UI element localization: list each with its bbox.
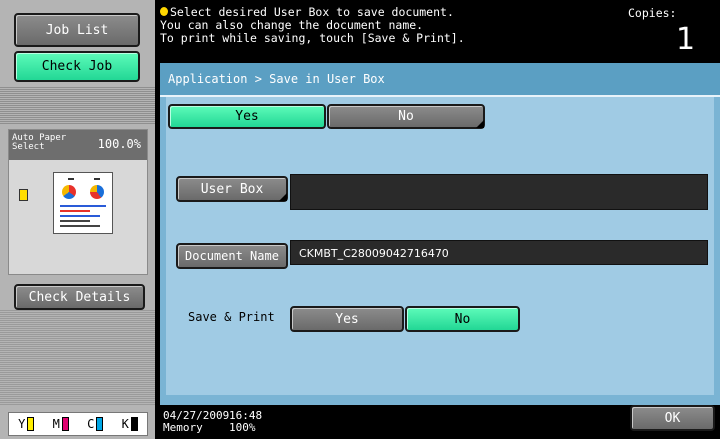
toner-y-label: Y <box>18 417 26 431</box>
divider <box>0 310 155 405</box>
memory-value: 100% <box>229 421 256 434</box>
document-name-button[interactable]: Document Name <box>176 243 288 269</box>
main-panel: Application > Save in User Box Yes No Us… <box>160 63 720 405</box>
document-name-field[interactable]: CKMBT_C28009042716470 <box>290 240 708 265</box>
toner-k-bar <box>130 417 138 431</box>
toner-c-label: C <box>87 417 95 431</box>
divider <box>0 87 155 124</box>
copies-value: 1 <box>676 22 696 57</box>
save-print-no-button[interactable]: No <box>405 306 520 332</box>
pie-icon <box>90 185 104 199</box>
status-bar: 04/27/200916:48 Memory 100% OK <box>155 405 720 439</box>
text-line <box>60 210 90 212</box>
text-line <box>68 178 74 180</box>
toner-indicator: Y M C K <box>8 412 148 436</box>
user-box-field[interactable] <box>290 174 708 210</box>
text-line <box>60 225 100 227</box>
lightbulb-icon <box>160 7 168 16</box>
breadcrumb: Application > Save in User Box <box>160 63 720 97</box>
save-no-button[interactable]: No <box>327 104 485 129</box>
check-job-button[interactable]: Check Job <box>14 51 140 82</box>
text-line <box>60 215 100 217</box>
check-details-button[interactable]: Check Details <box>14 284 145 310</box>
message-line-2: You can also change the document name. <box>160 18 424 32</box>
user-box-button[interactable]: User Box <box>176 176 288 202</box>
text-line <box>60 205 106 207</box>
save-print-label: Save & Print <box>188 310 275 324</box>
toner-c-bar <box>96 417 104 431</box>
text-line <box>60 220 90 222</box>
save-yes-button[interactable]: Yes <box>168 104 326 129</box>
page-thumbnail[interactable] <box>53 172 113 234</box>
pie-icon <box>62 185 76 199</box>
preview-panel: Auto Paper Select 100.0% <box>8 129 148 275</box>
copies-label: Copies: <box>628 6 677 20</box>
toner-k-label: K <box>121 417 129 431</box>
toner-m-bar <box>61 417 69 431</box>
status-text: 04/27/200916:48 Memory 100% <box>163 410 262 434</box>
job-list-button[interactable]: Job List <box>14 13 140 47</box>
text-line <box>94 178 100 180</box>
zoom-value: 100.0% <box>97 137 141 151</box>
toner-m-label: M <box>52 417 60 431</box>
memory-label: Memory <box>163 421 203 434</box>
message-line-1: Select desired User Box to save document… <box>170 5 454 19</box>
message-line-3: To print while saving, touch [Save & Pri… <box>160 31 465 45</box>
document-icon <box>19 189 28 201</box>
instruction-message: Select desired User Box to save document… <box>160 6 600 45</box>
left-panel: Job List Check Job Auto Paper Select 100… <box>0 0 155 439</box>
save-print-yes-button[interactable]: Yes <box>290 306 404 332</box>
ok-button[interactable]: OK <box>630 405 715 431</box>
preview-header: Auto Paper Select 100.0% <box>9 130 147 160</box>
toner-y-bar <box>27 417 35 431</box>
